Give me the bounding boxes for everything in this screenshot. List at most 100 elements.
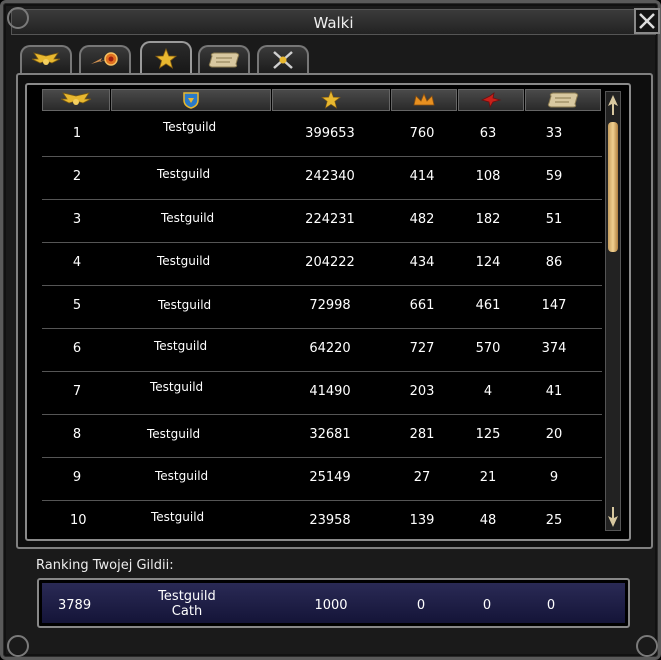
own-ranking-box: 3789 Testguild Cath 1000 0 0 0 <box>37 578 630 628</box>
points-cell: 72998 <box>309 298 351 313</box>
table-row[interactable]: 5 Testguild 72998 661 461 147 <box>42 285 602 329</box>
stat-b-cell: 63 <box>479 126 497 141</box>
rank-cell: 5 <box>72 298 82 313</box>
tab-scroll[interactable] <box>198 45 250 73</box>
stat-b-cell: 108 <box>475 169 501 184</box>
own-ranking-label: Ranking Twojej Gildii: <box>36 558 174 573</box>
guild-cell: Testguild <box>155 469 209 483</box>
title-bar[interactable]: Walki <box>11 9 656 35</box>
column-header-c[interactable] <box>525 89 601 111</box>
crown-icon <box>413 92 435 106</box>
column-header-a[interactable] <box>391 89 457 111</box>
winged-emblem-icon <box>60 92 92 105</box>
stat-c-cell: 9 <box>549 470 559 485</box>
guild-cell: Testguild <box>151 510 205 524</box>
rank-cell: 10 <box>70 513 87 528</box>
guild-cell: Testguild <box>150 380 204 394</box>
scroll-up-arrow-icon[interactable] <box>607 94 619 116</box>
star-icon <box>154 47 178 69</box>
table-row[interactable]: 2 Testguild 242340 414 108 59 <box>42 156 602 200</box>
stat-c-cell: 20 <box>545 427 563 442</box>
close-icon <box>639 13 655 29</box>
guild-cell: Testguild <box>154 339 208 353</box>
table-row[interactable]: 9 Testguild 25149 27 21 9 <box>42 457 602 501</box>
stat-c-cell: 41 <box>545 384 563 399</box>
close-button[interactable] <box>634 8 660 34</box>
stat-a-cell: 203 <box>409 384 435 399</box>
stat-b-cell: 461 <box>475 298 501 313</box>
points-cell: 32681 <box>309 427 351 442</box>
own-stat-b-cell: 0 <box>482 598 492 613</box>
column-header-points[interactable] <box>272 89 390 111</box>
own-rank-cell: 3789 <box>58 598 92 613</box>
tab-crossed-swords[interactable] <box>257 45 309 73</box>
points-cell: 224231 <box>305 212 355 227</box>
scrollbar[interactable] <box>605 91 621 531</box>
stat-c-cell: 59 <box>545 169 563 184</box>
table-row[interactable]: 3 Testguild 224231 482 182 51 <box>42 199 602 243</box>
tab-winged-orb[interactable] <box>79 45 131 73</box>
table-row[interactable]: 7 Testguild 41490 203 4 41 <box>42 371 602 415</box>
guild-cell: Testguild <box>161 211 215 225</box>
walki-window: Walki 1 Testguild 399653 760 63 33 2 Tes… <box>0 0 661 660</box>
corner-ornament <box>7 635 29 657</box>
crossed-swords-icon <box>273 51 293 69</box>
points-cell: 204222 <box>305 255 355 270</box>
scrollbar-thumb[interactable] <box>608 122 618 252</box>
stat-c-cell: 33 <box>545 126 563 141</box>
column-header-b[interactable] <box>458 89 524 111</box>
points-cell: 64220 <box>309 341 351 356</box>
own-stat-c-cell: 0 <box>546 598 556 613</box>
stat-a-cell: 760 <box>409 126 435 141</box>
winged-emblem-icon <box>31 52 61 65</box>
rank-cell: 7 <box>72 384 82 399</box>
tab-star[interactable] <box>140 41 192 75</box>
window-title: Walki <box>313 14 354 32</box>
stat-c-cell: 25 <box>545 513 563 528</box>
rank-cell: 3 <box>72 212 82 227</box>
table-row[interactable]: 10 Testguild 23958 139 48 25 <box>42 500 602 543</box>
stat-a-cell: 27 <box>413 470 431 485</box>
stat-b-cell: 48 <box>479 513 497 528</box>
rank-cell: 9 <box>72 470 82 485</box>
tab-winged-emblem[interactable] <box>20 45 72 73</box>
scroll-down-arrow-icon[interactable] <box>607 506 619 528</box>
points-cell: 23958 <box>309 513 351 528</box>
table-row[interactable]: 1 Testguild 399653 760 63 33 <box>42 113 602 157</box>
stat-a-cell: 727 <box>409 341 435 356</box>
stat-b-cell: 21 <box>479 470 497 485</box>
guild-cell: Testguild <box>157 167 211 181</box>
stat-b-cell: 570 <box>475 341 501 356</box>
table-row[interactable]: 8 Testguild 32681 281 125 20 <box>42 414 602 458</box>
stat-a-cell: 281 <box>409 427 435 442</box>
guild-crest-icon <box>183 92 199 109</box>
stat-c-cell: 86 <box>545 255 563 270</box>
rank-cell: 4 <box>72 255 82 270</box>
own-guild-cell: Testguild <box>158 589 216 604</box>
stat-a-cell: 139 <box>409 513 435 528</box>
star-icon <box>321 90 341 109</box>
scroll-icon <box>547 92 579 108</box>
guild-cell: Testguild <box>147 427 201 441</box>
guild-cell: Testguild <box>163 120 217 134</box>
table-row[interactable]: 6 Testguild 64220 727 570 374 <box>42 328 602 372</box>
stat-b-cell: 125 <box>475 427 501 442</box>
stat-b-cell: 124 <box>475 255 501 270</box>
stat-c-cell: 374 <box>541 341 567 356</box>
scroll-icon <box>208 52 240 68</box>
stat-b-cell: 4 <box>483 384 493 399</box>
stat-a-cell: 434 <box>409 255 435 270</box>
stat-a-cell: 482 <box>409 212 435 227</box>
rank-cell: 6 <box>72 341 82 356</box>
stat-b-cell: 182 <box>475 212 501 227</box>
points-cell: 242340 <box>305 169 355 184</box>
rank-cell: 2 <box>72 169 82 184</box>
red-bird-icon <box>480 92 502 109</box>
own-ranking-row[interactable]: 3789 Testguild Cath 1000 0 0 0 <box>42 583 625 623</box>
stat-a-cell: 414 <box>409 169 435 184</box>
column-header-guild[interactable] <box>111 89 271 111</box>
table-row[interactable]: 4 Testguild 204222 434 124 86 <box>42 242 602 286</box>
stat-c-cell: 51 <box>545 212 563 227</box>
rank-cell: 8 <box>72 427 82 442</box>
column-header-rank[interactable] <box>42 89 110 111</box>
